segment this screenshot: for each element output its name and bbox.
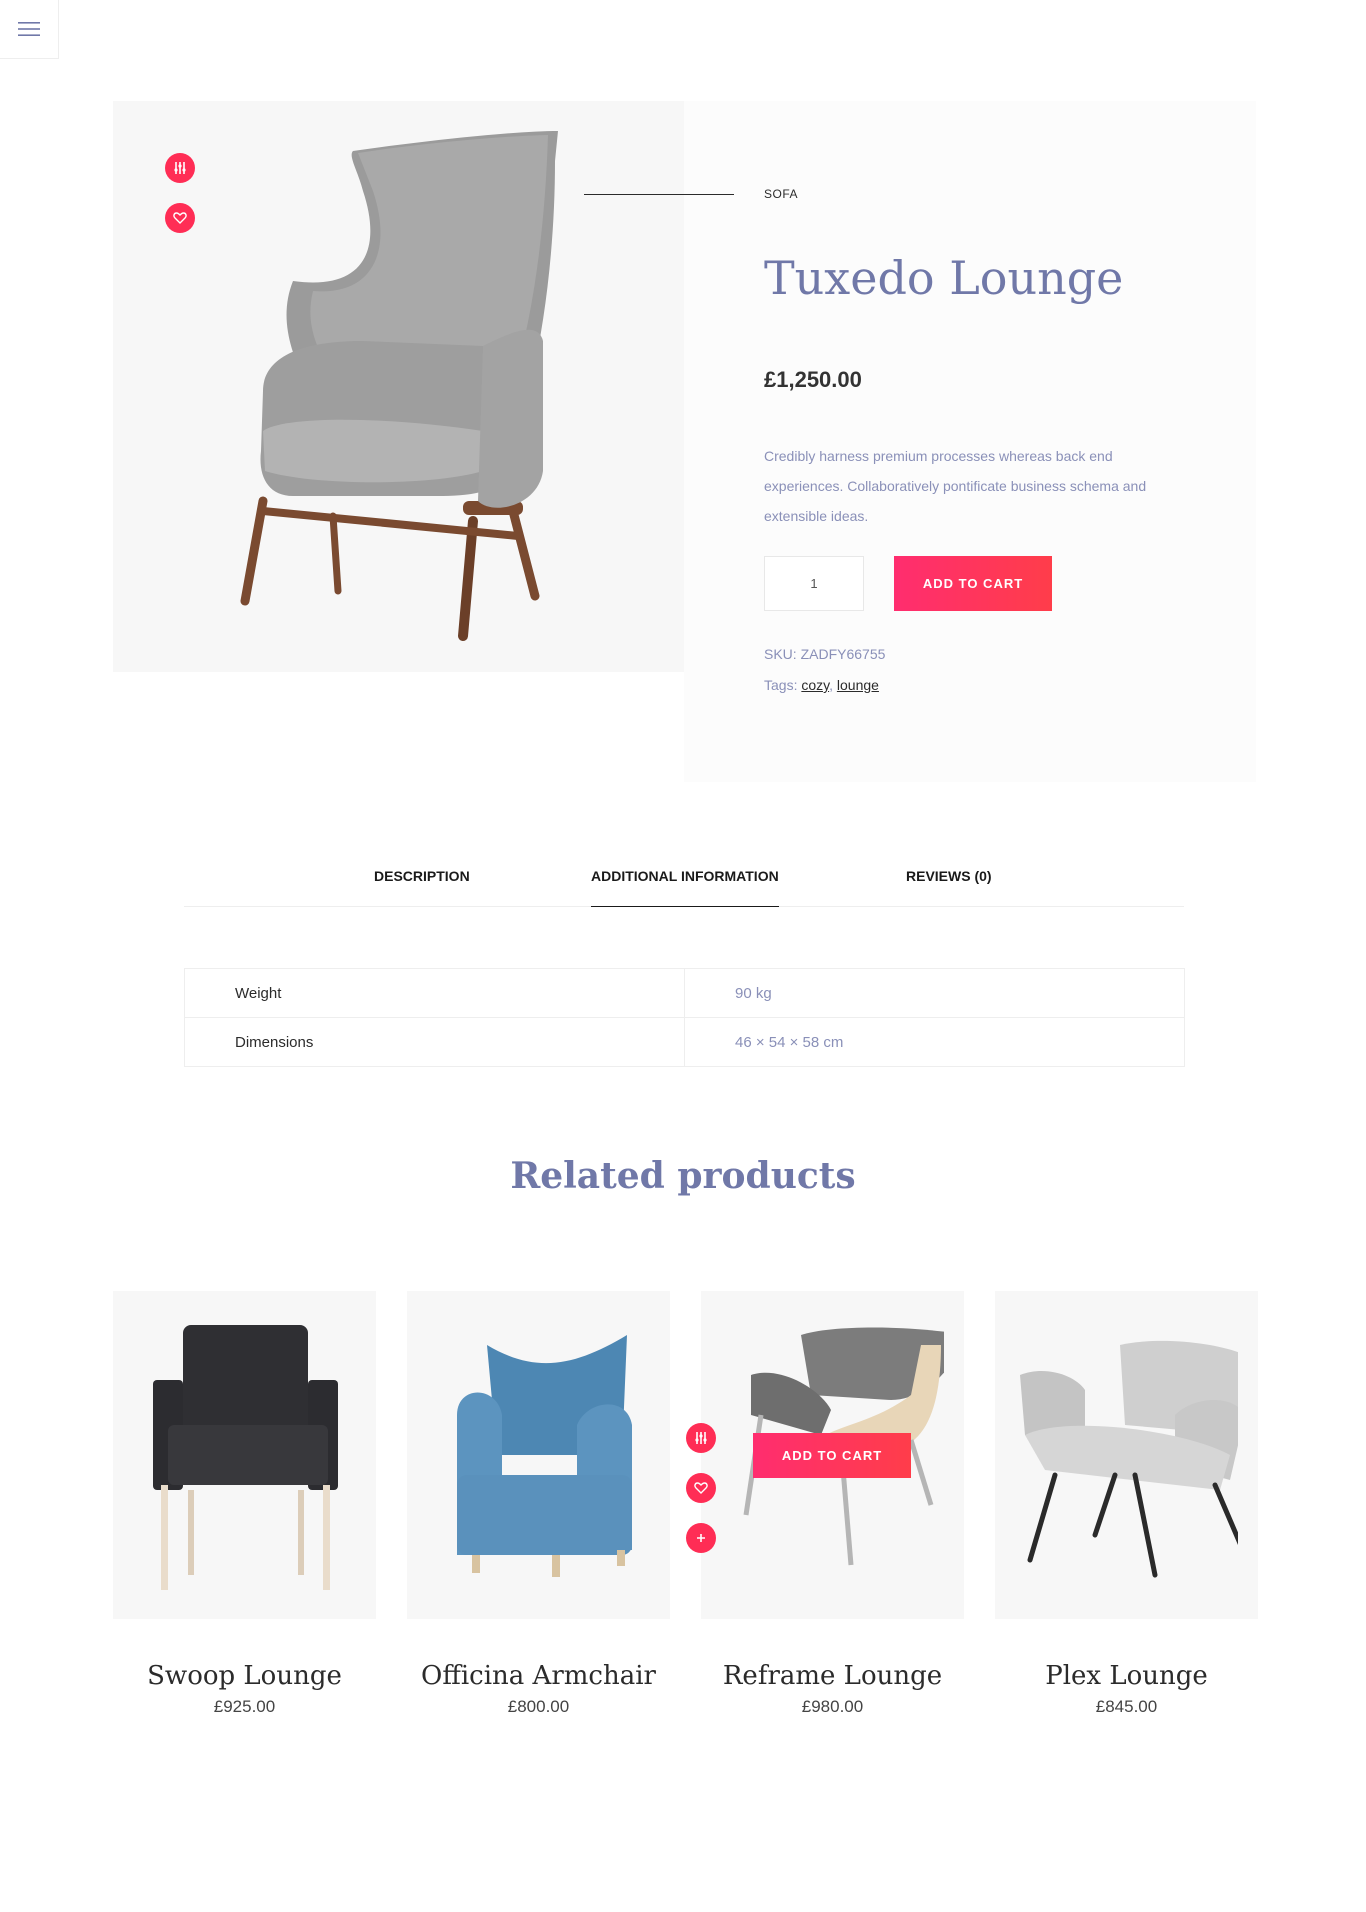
quick-add-to-cart-button[interactable]: ADD TO CART	[753, 1433, 911, 1478]
product-description: Credibly harness premium processes where…	[764, 448, 1147, 524]
product-info: SOFA Tuxedo Lounge £1,250.00 Credibly ha…	[584, 101, 1256, 782]
attr-label: Weight	[184, 968, 685, 1018]
product-sku: SKU: ZADFY66755	[764, 646, 885, 662]
table-row: Dimensions 46 × 54 × 58 cm	[184, 1017, 1185, 1067]
heart-icon	[173, 212, 187, 224]
tag-link-lounge[interactable]: lounge	[837, 677, 879, 693]
product-card-name[interactable]: Plex Lounge	[995, 1661, 1258, 1691]
sku-value: ZADFY66755	[800, 646, 886, 662]
product-summary: SOFA Tuxedo Lounge £1,250.00 Credibly ha…	[113, 101, 1256, 782]
related-products-title: Related products	[510, 1155, 856, 1197]
product-card-image[interactable]	[113, 1291, 376, 1619]
hamburger-icon	[18, 22, 40, 36]
product-card[interactable]: Plex Lounge £845.00	[995, 1291, 1258, 1717]
product-category: SOFA	[764, 187, 799, 201]
compare-icon	[174, 162, 186, 174]
product-card-price: £800.00	[507, 1697, 570, 1716]
product-card-price: £925.00	[213, 1697, 276, 1716]
attr-label: Dimensions	[184, 1017, 685, 1067]
armchair-image	[153, 1325, 338, 1590]
add-to-cart-button[interactable]: ADD TO CART	[894, 556, 1052, 611]
plus-icon	[697, 1534, 705, 1542]
product-tags: Tags: cozy, lounge	[764, 677, 879, 693]
product-tabs: DESCRIPTION ADDITIONAL INFORMATION REVIE…	[184, 852, 1184, 907]
product-image	[113, 101, 684, 672]
product-card[interactable]: Swoop Lounge £925.00	[113, 1291, 376, 1717]
category-divider	[584, 194, 734, 195]
wishlist-button[interactable]	[686, 1473, 716, 1503]
quantity-input[interactable]	[764, 556, 864, 611]
product-card[interactable]: ADD TO CART Reframe Lounge £980.00	[701, 1291, 964, 1717]
quick-add-button[interactable]	[686, 1523, 716, 1553]
tab-additional-information[interactable]: ADDITIONAL INFORMATION	[591, 868, 779, 907]
tag-link-cozy[interactable]: cozy	[801, 677, 829, 693]
tags-label: Tags:	[764, 677, 798, 693]
product-card-image[interactable]: ADD TO CART	[701, 1291, 964, 1619]
compare-button[interactable]	[165, 153, 195, 183]
product-card-image[interactable]	[407, 1291, 670, 1619]
compare-button[interactable]	[686, 1423, 716, 1453]
attr-value: 46 × 54 × 58 cm	[684, 1017, 1185, 1067]
lounge-chair-image	[1020, 1340, 1238, 1578]
sku-label: SKU:	[764, 646, 797, 662]
product-card[interactable]: Officina Armchair £800.00	[407, 1291, 670, 1717]
product-card-price: £980.00	[801, 1697, 864, 1716]
attr-value: 90 kg	[684, 968, 1185, 1018]
compare-icon	[695, 1432, 707, 1444]
heart-icon	[694, 1482, 708, 1494]
product-card-price: £845.00	[1095, 1697, 1158, 1716]
wishlist-button[interactable]	[165, 203, 195, 233]
menu-button[interactable]	[0, 0, 59, 59]
tag-separator: ,	[829, 677, 833, 693]
product-price: £1,250.00	[764, 367, 862, 392]
product-card-image[interactable]	[995, 1291, 1258, 1619]
tab-reviews[interactable]: REVIEWS (0)	[906, 868, 992, 906]
product-card-name[interactable]: Reframe Lounge	[701, 1661, 964, 1691]
table-row: Weight 90 kg	[184, 968, 1185, 1018]
wingback-chair-image	[240, 131, 558, 641]
additional-info-table: Weight 90 kg Dimensions 46 × 54 × 58 cm	[184, 968, 1185, 1067]
tab-description[interactable]: DESCRIPTION	[374, 868, 470, 906]
product-card-name[interactable]: Officina Armchair	[407, 1661, 670, 1691]
armchair-image	[457, 1335, 632, 1577]
product-title: Tuxedo Lounge	[764, 251, 1124, 305]
product-card-name[interactable]: Swoop Lounge	[113, 1661, 376, 1691]
